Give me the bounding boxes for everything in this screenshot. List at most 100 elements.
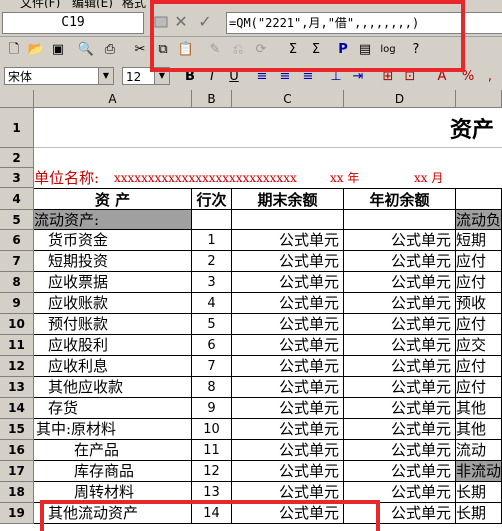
column-header-a[interactable]: A — [34, 90, 192, 108]
end-balance-cell[interactable]: 公式单元 — [232, 377, 344, 398]
row-header[interactable]: 5 — [0, 210, 34, 230]
line-number-cell[interactable]: 2 — [192, 251, 232, 272]
begin-balance-cell[interactable]: 公式单元 — [344, 293, 456, 314]
row-header[interactable]: 13 — [0, 377, 34, 398]
asset-name-cell[interactable]: 货币资金 — [34, 230, 192, 251]
asset-name-cell[interactable]: 存货 — [34, 398, 192, 419]
row-header[interactable]: 19 — [0, 503, 34, 524]
row-header[interactable]: 10 — [0, 314, 34, 335]
row-header[interactable]: 2 — [0, 148, 34, 168]
begin-balance-cell[interactable]: 公式单元 — [344, 230, 456, 251]
liability-name-cell[interactable]: 应付 — [456, 314, 502, 335]
liability-name-cell[interactable]: 流动 — [456, 440, 502, 461]
liability-name-cell[interactable]: 应交 — [456, 335, 502, 356]
header-item: 资 产 — [34, 188, 192, 210]
asset-name-cell[interactable]: 应收利息 — [34, 356, 192, 377]
row-header[interactable]: 6 — [0, 230, 34, 251]
liability-name-cell[interactable]: 应付 — [456, 356, 502, 377]
end-balance-cell[interactable]: 公式单元 — [232, 356, 344, 377]
liability-name-cell[interactable]: 长期 — [456, 503, 502, 524]
line-number-cell[interactable]: 8 — [192, 377, 232, 398]
end-balance-cell[interactable]: 公式单元 — [232, 230, 344, 251]
row-header[interactable]: 11 — [0, 335, 34, 356]
begin-balance-cell[interactable]: 公式单元 — [344, 461, 456, 482]
print-icon[interactable]: ⎙ — [100, 40, 120, 60]
end-balance-cell[interactable]: 公式单元 — [232, 335, 344, 356]
line-number-cell[interactable]: 11 — [192, 440, 232, 461]
row-header[interactable]: 9 — [0, 293, 34, 314]
row-header[interactable]: 18 — [0, 482, 34, 503]
menu-edit[interactable]: 编辑(E) — [72, 0, 113, 8]
end-balance-cell[interactable]: 公式单元 — [232, 440, 344, 461]
asset-name-cell[interactable]: 应收账款 — [34, 293, 192, 314]
line-number-cell[interactable]: 9 — [192, 398, 232, 419]
open-icon[interactable]: 📂 — [26, 40, 46, 60]
line-number-cell[interactable]: 1 — [192, 230, 232, 251]
print-preview-icon[interactable]: 🔍 — [76, 40, 96, 60]
row-header[interactable]: 3 — [0, 168, 34, 188]
row-header[interactable]: 15 — [0, 419, 34, 440]
liability-name-cell[interactable]: 其他 — [456, 398, 502, 419]
column-header-e[interactable] — [456, 90, 502, 108]
end-balance-cell[interactable]: 公式单元 — [232, 461, 344, 482]
begin-balance-cell[interactable]: 公式单元 — [344, 251, 456, 272]
asset-name-cell[interactable]: 其他应收款 — [34, 377, 192, 398]
begin-balance-cell[interactable]: 公式单元 — [344, 419, 456, 440]
begin-balance-cell[interactable]: 公式单元 — [344, 377, 456, 398]
begin-balance-cell[interactable]: 公式单元 — [344, 398, 456, 419]
liability-name-cell[interactable]: 其他 — [456, 419, 502, 440]
liability-name-cell[interactable]: 短期 — [456, 230, 502, 251]
row-header[interactable]: 16 — [0, 440, 34, 461]
liability-name-cell[interactable]: 长期 — [456, 482, 502, 503]
line-number-cell[interactable]: 12 — [192, 461, 232, 482]
liability-name-cell[interactable]: 预收 — [456, 293, 502, 314]
asset-name-cell[interactable]: 在产品 — [34, 440, 192, 461]
asset-name-cell[interactable]: 短期投资 — [34, 251, 192, 272]
end-balance-cell[interactable]: 公式单元 — [232, 398, 344, 419]
row-header[interactable]: 1 — [0, 108, 34, 148]
row-header[interactable]: 17 — [0, 461, 34, 482]
menu-format[interactable]: 格式 — [122, 0, 146, 8]
end-balance-cell[interactable]: 公式单元 — [232, 272, 344, 293]
line-number-cell[interactable]: 7 — [192, 356, 232, 377]
end-balance-cell[interactable]: 公式单元 — [232, 293, 344, 314]
liability-name-cell[interactable]: 应付 — [456, 251, 502, 272]
cut-icon[interactable]: ✂ — [130, 40, 150, 60]
save-icon[interactable]: ▣ — [48, 40, 68, 60]
font-name-select[interactable]: 宋体 ▼ — [4, 67, 114, 85]
begin-balance-cell[interactable]: 公式单元 — [344, 440, 456, 461]
row-header[interactable]: 7 — [0, 251, 34, 272]
asset-name-cell[interactable]: 应收票据 — [34, 272, 192, 293]
liability-name-cell[interactable]: 应付 — [456, 272, 502, 293]
end-balance-cell[interactable]: 公式单元 — [232, 251, 344, 272]
begin-balance-cell[interactable]: 公式单元 — [344, 272, 456, 293]
new-icon[interactable]: 🗋 — [4, 40, 24, 60]
end-balance-cell[interactable]: 公式单元 — [232, 314, 344, 335]
asset-name-cell[interactable]: 应收股利 — [34, 335, 192, 356]
line-number-cell[interactable]: 6 — [192, 335, 232, 356]
begin-balance-cell[interactable]: 公式单元 — [344, 356, 456, 377]
liability-name-cell[interactable]: 应付 — [456, 377, 502, 398]
select-all-corner[interactable] — [0, 90, 34, 108]
comma-icon[interactable]: , — [480, 67, 500, 87]
line-number-cell[interactable]: 10 — [192, 419, 232, 440]
column-header-d[interactable]: D — [344, 90, 456, 108]
line-number-cell[interactable]: 4 — [192, 293, 232, 314]
row-header[interactable]: 8 — [0, 272, 34, 293]
menu-file[interactable]: 文件(F) — [20, 0, 60, 8]
name-box[interactable]: C19 — [2, 12, 144, 34]
row-header[interactable]: 14 — [0, 398, 34, 419]
row-header[interactable]: 4 — [0, 188, 34, 210]
column-header-c[interactable]: C — [232, 90, 344, 108]
column-header-b[interactable]: B — [192, 90, 232, 108]
asset-name-cell[interactable]: 库存商品 — [34, 461, 192, 482]
line-number-cell[interactable]: 5 — [192, 314, 232, 335]
end-balance-cell[interactable]: 公式单元 — [232, 419, 344, 440]
begin-balance-cell[interactable]: 公式单元 — [344, 335, 456, 356]
asset-name-cell[interactable]: 其中:原材料 — [34, 419, 192, 440]
asset-name-cell[interactable]: 预付账款 — [34, 314, 192, 335]
row-header[interactable]: 12 — [0, 356, 34, 377]
begin-balance-cell[interactable]: 公式单元 — [344, 314, 456, 335]
liability-name-cell[interactable]: 非流动 — [456, 461, 502, 482]
line-number-cell[interactable]: 3 — [192, 272, 232, 293]
